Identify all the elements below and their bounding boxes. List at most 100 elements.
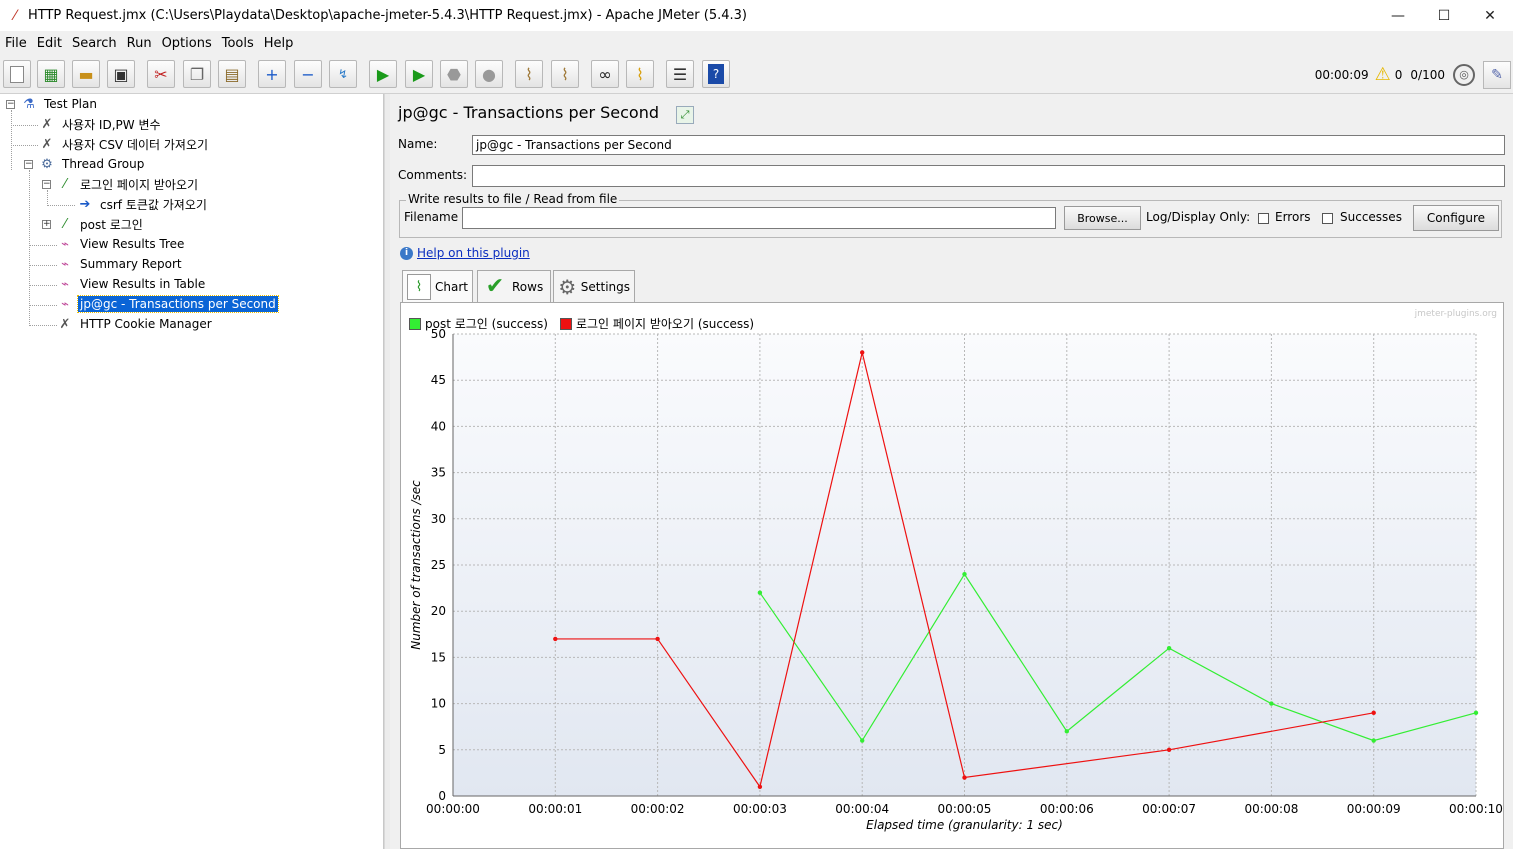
tree-node-post-login[interactable]: ⁄ post 로그인: [56, 214, 145, 234]
tree-node-thread-group[interactable]: ⚙ Thread Group: [38, 154, 146, 174]
data-point: [860, 738, 865, 743]
tree-node-login-page[interactable]: ⁄ 로그인 페이지 받아오기: [56, 174, 200, 194]
templates-icon[interactable]: ▦: [37, 60, 65, 88]
x-tick-label: 00:00:05: [938, 802, 992, 816]
help-link[interactable]: Help on this plugin: [417, 246, 530, 260]
tab-chart[interactable]: ⌇ Chart: [402, 270, 473, 303]
save-icon[interactable]: ▣: [107, 60, 135, 88]
data-point: [1473, 710, 1479, 716]
expand-toggle-post-login[interactable]: +: [42, 220, 51, 229]
open-icon[interactable]: ▬: [72, 60, 100, 88]
paste-icon[interactable]: ▤: [218, 60, 246, 88]
checkmark-icon: ✔: [485, 274, 505, 299]
collapse-toggle-test-plan[interactable]: −: [6, 100, 15, 109]
cut-icon[interactable]: ✂: [147, 60, 175, 88]
expand-all-icon[interactable]: +: [258, 60, 286, 88]
maximize-button[interactable]: ☐: [1421, 0, 1467, 31]
x-tick-label: 00:00:01: [528, 802, 582, 816]
x-tick-label: 00:00:06: [1040, 802, 1094, 816]
menu-file[interactable]: File: [0, 36, 32, 51]
active-threads: 0/100: [1410, 67, 1445, 82]
tree-node-csv-data[interactable]: ✗ 사용자 CSV 데이터 가져오기: [38, 134, 210, 154]
menu-tools[interactable]: Tools: [217, 36, 259, 51]
maximize-graph-icon[interactable]: ⤢: [676, 106, 694, 124]
copy-icon[interactable]: ❐: [183, 60, 211, 88]
tree-node-transactions-per-second[interactable]: ⌁ jp@gc - Transactions per Second: [56, 294, 279, 314]
tree-node-summary-report[interactable]: ⌁ Summary Report: [56, 254, 184, 274]
tree-connector: [29, 285, 57, 286]
tree-node-label: View Results in Table: [80, 277, 206, 291]
reset-search-icon[interactable]: ⌇: [626, 60, 654, 88]
data-point: [553, 636, 558, 642]
menu-options[interactable]: Options: [157, 36, 217, 51]
menu-search[interactable]: Search: [67, 36, 122, 51]
tree-node-label: jp@gc - Transactions per Second: [77, 295, 279, 313]
graph-icon: ⌁: [61, 236, 69, 252]
warning-icon[interactable]: ⚠: [1375, 64, 1391, 85]
panel-title: jp@gc - Transactions per Second: [398, 103, 659, 122]
log-display-label: Log/Display Only:: [1146, 210, 1251, 224]
tree-node-label: 사용자 ID,PW 변수: [62, 117, 161, 132]
tab-settings[interactable]: ⚙ Settings: [553, 270, 635, 302]
data-point: [1166, 747, 1172, 752]
tree-node-label: HTTP Cookie Manager: [80, 317, 212, 331]
clear-icon[interactable]: ⌇: [515, 60, 543, 88]
comments-field[interactable]: [472, 165, 1505, 187]
start-icon[interactable]: ▶: [369, 60, 397, 88]
tree-node-user-vars[interactable]: ✗ 사용자 ID,PW 변수: [38, 114, 163, 134]
errors-checkbox[interactable]: [1258, 213, 1269, 224]
function-helper-icon[interactable]: ☰: [666, 60, 694, 88]
start-no-pauses-icon[interactable]: ▶: [405, 60, 433, 88]
tree-node-test-plan[interactable]: ⚗ Test Plan: [20, 94, 99, 114]
stop-icon[interactable]: ⬣: [440, 60, 468, 88]
tree-connector: [47, 190, 48, 206]
chart-area: post 로그인 (success) 로그인 페이지 받아오기 (success…: [400, 302, 1504, 849]
tree-node-label: 사용자 CSV 데이터 가져오기: [62, 137, 209, 152]
toolbar: ▦ ▬ ▣ ✂ ❐ ▤ + − ↯ ▶ ▶ ⬣ ● ⌇ ⌇ ∞ ⌇ ☰ ? 00…: [0, 55, 1513, 94]
jmeter-feather-icon: ⁄: [13, 7, 17, 24]
name-field[interactable]: jp@gc - Transactions per Second: [472, 135, 1505, 155]
toggle-icon[interactable]: ↯: [329, 60, 357, 88]
log-viewer-icon[interactable]: ✎: [1483, 60, 1511, 89]
data-point: [1269, 701, 1274, 706]
help-icon[interactable]: ?: [702, 60, 730, 88]
collapse-toggle-login-page[interactable]: −: [42, 180, 51, 189]
tree-node-csrf-extractor[interactable]: ➔ csrf 토큰값 가져오기: [76, 194, 209, 214]
browse-button[interactable]: Browse...: [1064, 206, 1141, 230]
tree-connector: [29, 170, 30, 326]
close-button[interactable]: ✕: [1467, 0, 1513, 31]
menu-help[interactable]: Help: [259, 36, 299, 51]
menu-bar: File Edit Search Run Options Tools Help: [0, 31, 1513, 55]
tree-node-label: Summary Report: [80, 257, 182, 271]
y-tick-label: 40: [431, 419, 446, 433]
menu-run[interactable]: Run: [122, 36, 157, 51]
y-tick-label: 35: [431, 466, 446, 480]
tab-label: Rows: [512, 279, 544, 294]
menu-edit[interactable]: Edit: [32, 36, 67, 51]
successes-checkbox[interactable]: [1322, 213, 1333, 224]
tree-node-label: View Results Tree: [80, 237, 185, 251]
search-binoculars-icon[interactable]: ∞: [591, 60, 619, 88]
data-point: [655, 636, 660, 642]
help-row: i Help on this plugin: [400, 246, 530, 260]
tree-node-cookie-manager[interactable]: ✗ HTTP Cookie Manager: [56, 314, 214, 334]
y-tick-label: 5: [438, 743, 446, 757]
y-tick-label: 0: [438, 789, 446, 803]
minimize-button[interactable]: —: [1375, 0, 1421, 31]
tree-node-view-results-table[interactable]: ⌁ View Results in Table: [56, 274, 207, 294]
tab-rows[interactable]: ✔ Rows: [477, 270, 551, 302]
chart-icon: ⌇: [407, 274, 432, 300]
data-point: [1064, 729, 1069, 734]
data-point: [1371, 738, 1376, 743]
configure-button[interactable]: Configure: [1413, 205, 1499, 231]
filename-field[interactable]: [462, 207, 1056, 229]
collapse-all-icon[interactable]: −: [294, 60, 322, 88]
clear-all-icon[interactable]: ⌇: [551, 60, 579, 88]
tree-node-view-results-tree[interactable]: ⌁ View Results Tree: [56, 234, 186, 254]
window-controls: — ☐ ✕: [1375, 0, 1513, 31]
extractor-icon: ➔: [79, 196, 91, 212]
collapse-toggle-thread-group[interactable]: −: [24, 160, 33, 169]
y-tick-label: 50: [431, 327, 446, 341]
shutdown-icon[interactable]: ●: [475, 60, 503, 88]
new-icon[interactable]: [3, 60, 31, 88]
